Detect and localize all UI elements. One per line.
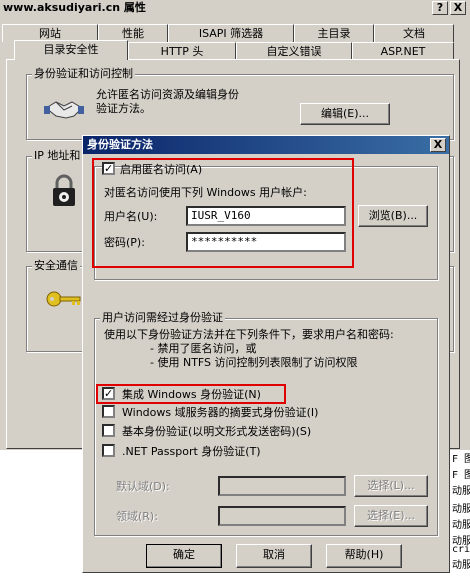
secure-communications-group-title: 安全通信 bbox=[32, 259, 80, 272]
digest-auth-checkbox[interactable] bbox=[102, 405, 115, 418]
basic-auth-label[interactable]: 基本身份验证(以明文形式发送密码)(S) bbox=[122, 425, 311, 438]
anonymous-access-checkbox[interactable]: ✓ bbox=[102, 162, 115, 175]
ip-restrictions-group-title: IP 地址和 bbox=[32, 149, 83, 162]
dialog-body: ✓ 启用匿名访问(A) 对匿名访问使用下列 Windows 用户帐户: 用户名(… bbox=[82, 154, 450, 573]
password-input[interactable]: ********** bbox=[186, 232, 346, 252]
passport-auth-checkbox[interactable] bbox=[102, 444, 115, 457]
dialog-help-button[interactable]: 帮助(H) bbox=[326, 544, 402, 568]
anonymous-account-description: 对匿名访问使用下列 Windows 用户帐户: bbox=[104, 186, 307, 199]
password-label: 密码(P): bbox=[104, 236, 145, 249]
auth-description-line1: 使用以下身份验证方法并在下列条件下，要求用户名和密码: bbox=[104, 328, 394, 341]
auth-description: 允许匿名访问资源及编辑身份验证方法。 bbox=[96, 88, 239, 115]
realm-input bbox=[218, 506, 346, 526]
side-item: 动服 bbox=[452, 560, 470, 571]
integrated-windows-label[interactable]: 集成 Windows 身份验证(N) bbox=[122, 388, 261, 401]
auth-methods-dialog-title: 身份验证方法 bbox=[87, 138, 153, 151]
anonymous-access-label[interactable]: 启用匿名访问(A) bbox=[120, 163, 202, 176]
browse-button[interactable]: 浏览(B)... bbox=[358, 205, 428, 227]
username-input[interactable]: IUSR_V160 bbox=[186, 206, 346, 226]
handshake-icon bbox=[44, 92, 84, 122]
key-icon bbox=[46, 290, 82, 308]
tab-documents[interactable]: 文档 bbox=[374, 24, 454, 42]
help-button[interactable]: ? bbox=[432, 1, 448, 15]
auth-methods-dialog-titlebar: 身份验证方法 bbox=[83, 136, 449, 154]
default-domain-input bbox=[218, 476, 346, 496]
integrated-windows-checkbox[interactable]: ✓ bbox=[102, 387, 115, 400]
username-label: 用户名(U): bbox=[104, 210, 158, 223]
close-button[interactable]: X bbox=[450, 1, 466, 15]
edit-button[interactable]: 编辑(E)... bbox=[300, 103, 390, 125]
tab-custom-errors[interactable]: 自定义错误 bbox=[236, 42, 352, 60]
realm-label: 领域(R): bbox=[116, 510, 158, 523]
tab-isapi-filters[interactable]: ISAPI 筛选器 bbox=[168, 24, 294, 42]
select-realm-button: 选择(E)... bbox=[354, 505, 428, 527]
tab-home-directory[interactable]: 主目录 bbox=[294, 24, 374, 42]
digest-auth-label[interactable]: Windows 域服务器的摘要式身份验证(I) bbox=[122, 406, 318, 419]
passport-auth-label[interactable]: .NET Passport 身份验证(T) bbox=[122, 445, 261, 458]
select-domain-button: 选择(L)... bbox=[354, 475, 428, 497]
auth-description-line3: - 使用 NTFS 访问控制列表限制了访问权限 bbox=[150, 356, 358, 369]
properties-window-title: www.aksudiyari.cn 属性 bbox=[3, 1, 146, 14]
auth-description-line2: - 禁用了匿名访问，或 bbox=[150, 342, 257, 355]
cancel-button[interactable]: 取消 bbox=[236, 544, 312, 568]
side-item: 动服 bbox=[452, 486, 470, 497]
authenticated-access-title: 用户访问需经过身份验证 bbox=[100, 311, 225, 324]
tab-http-headers[interactable]: HTTP 头 bbox=[128, 42, 236, 60]
basic-auth-checkbox[interactable] bbox=[102, 424, 115, 437]
auth-access-group-title: 身份验证和访问控制 bbox=[32, 67, 135, 80]
ok-button[interactable]: 确定 bbox=[146, 544, 222, 568]
tab-directory-security[interactable]: 目录安全性 bbox=[14, 40, 128, 60]
properties-window-titlebar: www.aksudiyari.cn 属性 bbox=[0, 0, 470, 16]
lock-icon bbox=[50, 174, 78, 208]
dialog-close-button[interactable]: X bbox=[430, 138, 446, 152]
default-domain-label: 默认域(D): bbox=[116, 480, 170, 493]
tab-aspnet[interactable]: ASP.NET bbox=[352, 42, 454, 60]
